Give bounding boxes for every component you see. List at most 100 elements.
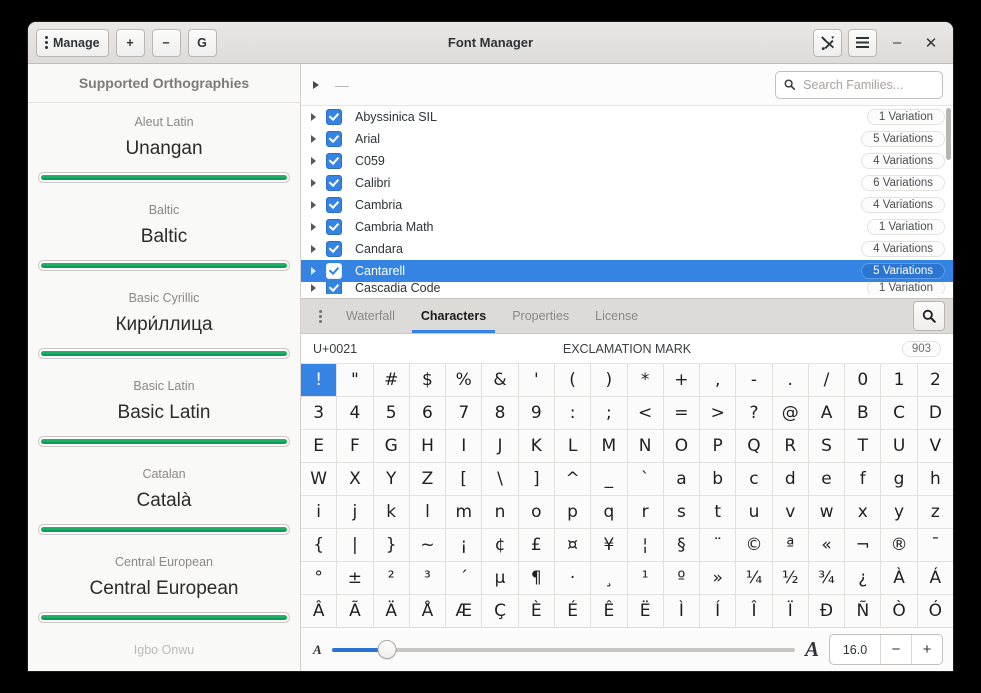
orthography-item[interactable]: Catalan Català <box>28 461 300 535</box>
character-cell[interactable]: ® <box>881 529 916 561</box>
character-cell[interactable]: Ì <box>664 595 699 627</box>
character-cell[interactable]: © <box>736 529 771 561</box>
font-enabled-checkbox[interactable] <box>326 241 342 257</box>
expand-caret-icon[interactable] <box>311 179 316 187</box>
character-cell[interactable]: M <box>591 430 626 462</box>
character-cell[interactable]: x <box>845 496 880 528</box>
google-fonts-button[interactable]: G <box>188 29 217 57</box>
character-cell[interactable]: " <box>337 364 372 396</box>
character-cell[interactable]: » <box>700 562 735 594</box>
font-list-scrollbar[interactable] <box>946 108 951 160</box>
character-cell[interactable]: ³ <box>410 562 445 594</box>
character-cell[interactable]: ? <box>736 397 771 429</box>
character-cell[interactable]: Ó <box>918 595 953 627</box>
expand-caret-icon[interactable] <box>311 267 316 275</box>
character-cell[interactable]: 8 <box>482 397 517 429</box>
character-cell[interactable]: { <box>301 529 336 561</box>
expand-caret-icon[interactable] <box>311 135 316 143</box>
character-cell[interactable]: f <box>845 463 880 495</box>
table-row[interactable]: Arial 5 Variations <box>301 128 953 150</box>
character-cell[interactable]: Å <box>410 595 445 627</box>
character-cell[interactable]: % <box>446 364 481 396</box>
character-cell[interactable]: e <box>809 463 844 495</box>
character-cell[interactable]: º <box>664 562 699 594</box>
expand-caret-icon[interactable] <box>311 201 316 209</box>
character-cell[interactable]: ± <box>337 562 372 594</box>
character-cell[interactable]: r <box>628 496 663 528</box>
font-enabled-checkbox[interactable] <box>326 131 342 147</box>
character-cell[interactable]: ¬ <box>845 529 880 561</box>
character-cell[interactable]: F <box>337 430 372 462</box>
character-cell[interactable]: T <box>845 430 880 462</box>
character-grid[interactable]: !"#$%&'()*+,-./0123456789:;<=>?@ABCDEFGH… <box>301 364 953 628</box>
character-cell[interactable]: V <box>918 430 953 462</box>
character-cell[interactable]: } <box>374 529 409 561</box>
character-cell[interactable]: n <box>482 496 517 528</box>
character-cell[interactable]: - <box>736 364 771 396</box>
character-cell[interactable]: [ <box>446 463 481 495</box>
character-cell[interactable]: ¦ <box>628 529 663 561</box>
expand-caret-icon[interactable] <box>311 157 316 165</box>
character-cell[interactable]: 6 <box>410 397 445 429</box>
expand-caret-icon[interactable] <box>311 284 316 292</box>
minimize-button[interactable]: – <box>883 29 911 57</box>
orthography-item[interactable]: Aleut Latin Unangan <box>28 109 300 183</box>
font-size-slider[interactable] <box>332 641 795 659</box>
character-cell[interactable]: È <box>519 595 554 627</box>
character-cell[interactable]: * <box>628 364 663 396</box>
character-cell[interactable]: ¢ <box>482 529 517 561</box>
character-cell[interactable]: ¶ <box>519 562 554 594</box>
character-cell[interactable]: a <box>664 463 699 495</box>
character-cell[interactable]: b <box>700 463 735 495</box>
character-cell[interactable]: p <box>555 496 590 528</box>
character-cell[interactable]: k <box>374 496 409 528</box>
character-cell[interactable]: U <box>881 430 916 462</box>
character-cell[interactable]: ´ <box>446 562 481 594</box>
character-cell[interactable]: « <box>809 529 844 561</box>
character-cell[interactable]: ¯ <box>918 529 953 561</box>
character-cell[interactable]: ¼ <box>736 562 771 594</box>
character-cell[interactable]: S <box>809 430 844 462</box>
character-cell[interactable]: y <box>881 496 916 528</box>
font-size-increase-button[interactable]: + <box>911 635 942 664</box>
character-cell[interactable]: Æ <box>446 595 481 627</box>
character-cell[interactable]: . <box>773 364 808 396</box>
character-cell[interactable]: D <box>918 397 953 429</box>
orthography-item[interactable]: Basic Latin Basic Latin <box>28 373 300 447</box>
character-cell[interactable]: £ <box>519 529 554 561</box>
character-cell[interactable]: ² <box>374 562 409 594</box>
font-enabled-checkbox[interactable] <box>326 109 342 125</box>
character-cell[interactable]: c <box>736 463 771 495</box>
tab-properties[interactable]: Properties <box>499 299 582 333</box>
table-row[interactable]: Abyssinica SIL 1 Variation <box>301 106 953 128</box>
character-cell[interactable]: Ë <box>628 595 663 627</box>
character-cell[interactable]: A <box>809 397 844 429</box>
detail-menu-button[interactable] <box>307 299 333 333</box>
character-cell[interactable]: j <box>337 496 372 528</box>
font-size-stepper[interactable]: 16.0 − + <box>829 634 943 665</box>
character-cell[interactable]: E <box>301 430 336 462</box>
character-cell[interactable]: w <box>809 496 844 528</box>
character-cell[interactable]: P <box>700 430 735 462</box>
character-cell[interactable]: ¨ <box>700 529 735 561</box>
orthographies-list[interactable]: Aleut Latin Unangan Baltic Baltic Basic … <box>28 103 300 671</box>
character-cell[interactable]: ~ <box>410 529 445 561</box>
character-cell[interactable]: d <box>773 463 808 495</box>
character-cell[interactable]: B <box>845 397 880 429</box>
orthography-item[interactable]: Igbo Onwu <box>28 637 300 657</box>
character-cell[interactable]: É <box>555 595 590 627</box>
character-cell[interactable]: µ <box>482 562 517 594</box>
font-enabled-checkbox[interactable] <box>326 175 342 191</box>
character-cell[interactable]: 9 <box>519 397 554 429</box>
character-cell[interactable]: I <box>446 430 481 462</box>
character-cell[interactable]: > <box>700 397 735 429</box>
character-cell[interactable]: l <box>410 496 445 528</box>
character-cell[interactable]: u <box>736 496 771 528</box>
search-input[interactable] <box>801 77 934 93</box>
character-cell[interactable]: # <box>374 364 409 396</box>
character-cell[interactable]: ¤ <box>555 529 590 561</box>
character-cell[interactable]: 7 <box>446 397 481 429</box>
character-cell-selected[interactable]: ! <box>301 364 336 396</box>
expand-all-caret-icon[interactable] <box>313 81 319 89</box>
character-cell[interactable]: L <box>555 430 590 462</box>
